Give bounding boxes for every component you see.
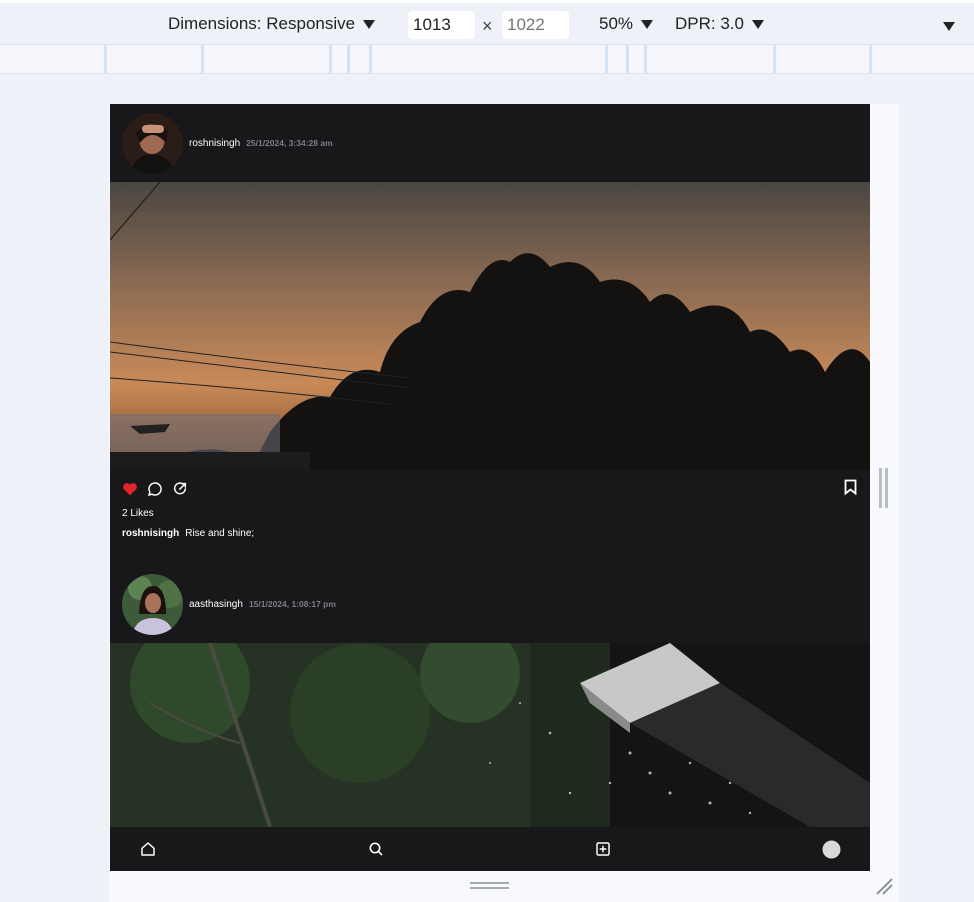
chevron-down-icon bbox=[641, 19, 654, 29]
post-header: aasthasingh 15/1/2024, 1:08:17 pm bbox=[110, 565, 870, 643]
post-timestamp: 15/1/2024, 1:08:17 pm bbox=[248, 599, 336, 609]
bottom-nav bbox=[110, 827, 870, 871]
media-query-bar[interactable] bbox=[0, 44, 974, 74]
avatar[interactable] bbox=[122, 112, 183, 174]
post-header: roshnisingh 25/1/2024, 3:34:28 am bbox=[110, 104, 870, 182]
post-image[interactable] bbox=[110, 643, 870, 827]
media-query-marker[interactable] bbox=[347, 45, 350, 73]
home-icon[interactable] bbox=[138, 839, 158, 859]
zoom-dropdown[interactable]: 50% bbox=[599, 14, 654, 34]
height-input[interactable] bbox=[502, 11, 569, 39]
media-query-marker[interactable] bbox=[329, 45, 332, 73]
search-icon[interactable] bbox=[366, 839, 386, 859]
likes-count[interactable]: 2 Likes bbox=[122, 508, 154, 519]
resize-corner-icon[interactable] bbox=[874, 876, 894, 896]
add-post-icon[interactable] bbox=[593, 839, 613, 859]
post-image[interactable] bbox=[110, 182, 870, 470]
media-query-marker[interactable] bbox=[626, 45, 629, 73]
bookmark-icon[interactable] bbox=[844, 479, 857, 500]
width-input[interactable] bbox=[408, 11, 475, 39]
app-feed: roshnisingh 25/1/2024, 3:34:28 am 2 Like… bbox=[110, 104, 870, 871]
heart-icon[interactable] bbox=[122, 482, 138, 501]
media-query-marker[interactable] bbox=[869, 45, 872, 73]
share-icon[interactable] bbox=[172, 481, 188, 502]
post-timestamp: 25/1/2024, 3:34:28 am bbox=[246, 138, 333, 148]
media-query-marker[interactable] bbox=[644, 45, 647, 73]
dimensions-label: Dimensions: Responsive bbox=[168, 14, 356, 33]
zoom-label: 50% bbox=[599, 14, 634, 33]
comment-icon[interactable] bbox=[147, 481, 163, 502]
caption-username[interactable]: roshnisingh bbox=[122, 528, 179, 539]
more-options-icon[interactable] bbox=[943, 22, 955, 31]
resize-handle-right[interactable] bbox=[879, 468, 889, 508]
dpr-dropdown[interactable]: DPR: 3.0 bbox=[675, 14, 764, 34]
caption-text: Rise and shine; bbox=[185, 528, 255, 539]
dpr-label: DPR: 3.0 bbox=[675, 14, 744, 33]
avatar[interactable] bbox=[122, 573, 183, 635]
media-query-marker[interactable] bbox=[773, 45, 776, 73]
post-actions bbox=[110, 472, 870, 502]
post-username[interactable]: aasthasingh bbox=[189, 599, 243, 610]
media-query-marker[interactable] bbox=[605, 45, 608, 73]
post-username[interactable]: roshnisingh bbox=[189, 138, 240, 149]
post-caption: roshnisingh Rise and shine; bbox=[122, 528, 254, 539]
media-query-marker[interactable] bbox=[369, 45, 372, 73]
media-query-marker[interactable] bbox=[201, 45, 204, 73]
dimensions-dropdown[interactable]: Dimensions: Responsive bbox=[168, 14, 376, 34]
resize-handle-bottom[interactable] bbox=[470, 882, 510, 892]
chevron-down-icon bbox=[751, 19, 764, 29]
chevron-down-icon bbox=[363, 19, 376, 29]
media-query-marker[interactable] bbox=[104, 45, 107, 73]
profile-avatar[interactable] bbox=[820, 838, 842, 860]
device-toolbar: Dimensions: Responsive × 50% DPR: 3.0 bbox=[0, 0, 974, 44]
times-separator: × bbox=[482, 16, 493, 36]
